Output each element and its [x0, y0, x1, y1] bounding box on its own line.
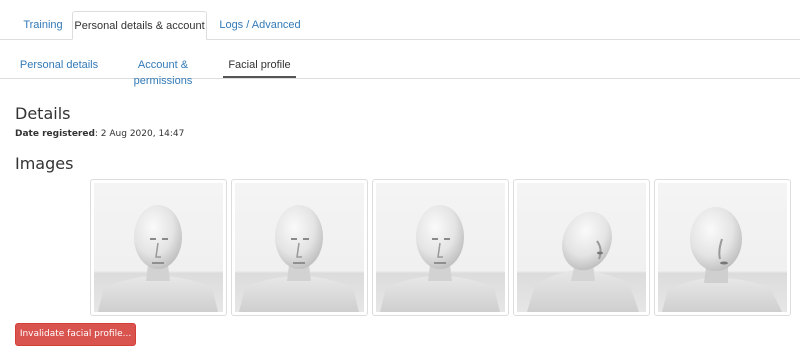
details-heading: Details: [15, 104, 71, 123]
subtab-personal-details[interactable]: Personal details: [16, 57, 102, 77]
tab-personal-details-account[interactable]: Personal details & account: [72, 11, 207, 40]
tab-logs-advanced[interactable]: Logs / Advanced: [210, 11, 310, 39]
date-registered-value: : 2 Aug 2020, 14:47: [94, 129, 185, 139]
face-image-3[interactable]: [372, 179, 509, 316]
face-render-image: [517, 183, 646, 312]
subtab-facial-profile[interactable]: Facial profile: [223, 57, 296, 77]
face-render-image: [658, 183, 787, 312]
subtab-account-permissions[interactable]: Account & permissions: [108, 57, 218, 87]
face-render-image: [235, 183, 364, 312]
face-image-1[interactable]: [90, 179, 227, 316]
face-render-image: [376, 183, 505, 312]
top-tab-bar: Training Personal details & account Logs…: [0, 0, 800, 40]
face-image-5[interactable]: [654, 179, 791, 316]
active-subtab-indicator: [223, 76, 296, 78]
date-registered-row: Date registered: 2 Aug 2020, 14:47: [15, 129, 184, 139]
date-registered-label: Date registered: [15, 129, 95, 139]
face-render-image: [94, 183, 223, 312]
face-image-2[interactable]: [231, 179, 368, 316]
invalidate-facial-profile-button[interactable]: Invalidate facial profile...: [15, 323, 136, 346]
images-heading: Images: [15, 154, 74, 173]
tab-training[interactable]: Training: [13, 11, 73, 39]
face-image-4[interactable]: [513, 179, 650, 316]
sub-tab-bar: Personal details Account & permissions F…: [0, 39, 800, 87]
